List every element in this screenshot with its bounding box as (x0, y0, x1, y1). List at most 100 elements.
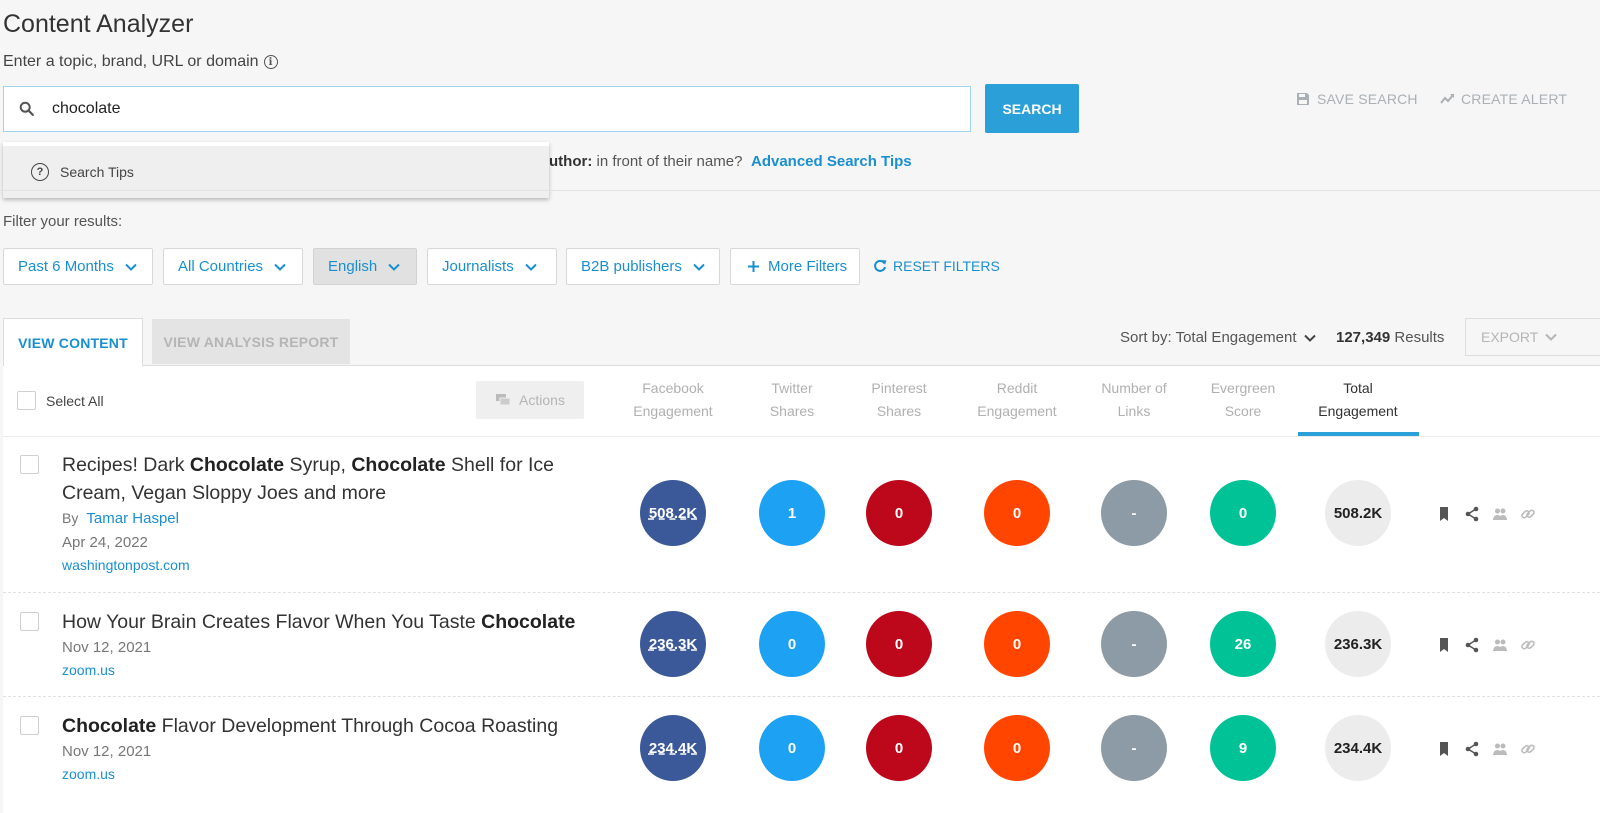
column-header-pinterest[interactable]: Pinterest Shares (871, 377, 926, 423)
column-header-total[interactable]: Total Engagement (1318, 377, 1397, 423)
bookmark-icon[interactable] (1436, 506, 1452, 522)
pinterest-shares-badge: 0 (866, 611, 932, 677)
row-separator (3, 696, 1600, 697)
create-alert-label: CREATE ALERT (1461, 91, 1568, 107)
article-domain-link[interactable]: zoom.us (62, 766, 115, 782)
column-header-reddit[interactable]: Reddit Engagement (977, 377, 1056, 423)
row-checkbox[interactable] (20, 455, 39, 474)
more-filters-button[interactable]: More Filters (730, 248, 860, 285)
info-icon[interactable]: i (263, 55, 278, 69)
link-icon[interactable] (1520, 637, 1536, 653)
chevron-down-icon (274, 263, 286, 271)
share-icon[interactable] (1464, 741, 1480, 757)
pinterest-shares-badge: 0 (866, 480, 932, 546)
article-title[interactable]: Chocolate Flavor Development Through Coc… (62, 712, 602, 740)
table-header-border (3, 436, 1600, 437)
article-date: Nov 12, 2021 (62, 639, 152, 656)
filter-countries-dropdown[interactable]: All Countries (163, 248, 303, 285)
links-count-badge: - (1101, 715, 1167, 781)
sort-by-label: Sort by: Total Engagement (1120, 329, 1297, 346)
save-search-button[interactable]: SAVE SEARCH (1296, 91, 1418, 107)
search-button[interactable]: SEARCH (985, 84, 1079, 133)
trending-icon (1440, 94, 1454, 104)
tab-view-content[interactable]: VIEW CONTENT (3, 318, 143, 366)
share-icon[interactable] (1464, 506, 1480, 522)
twitter-shares-badge: 1 (759, 480, 825, 546)
article-title[interactable]: Recipes! Dark Chocolate Syrup, Chocolate… (62, 451, 582, 507)
total-engagement-badge: 236.3K (1325, 611, 1391, 677)
row-checkbox[interactable] (20, 716, 39, 735)
filter-publishers-dropdown[interactable]: B2B publishers (566, 248, 720, 285)
facebook-engagement-badge[interactable]: 236.3K (640, 611, 706, 677)
filter-label-text: English (328, 258, 378, 275)
chevron-down-icon (1545, 333, 1558, 341)
article-author-link[interactable]: Tamar Haspel (86, 510, 179, 527)
article-domain-link[interactable]: washingtonpost.com (62, 557, 190, 573)
reset-filters-button[interactable]: RESET FILTERS (873, 258, 1000, 274)
author-hint: uthor: in front of their name? (549, 153, 743, 170)
more-filters-label: More Filters (768, 258, 848, 275)
filter-date-dropdown[interactable]: Past 6 Months (3, 248, 153, 285)
column-header-facebook[interactable]: Facebook Engagement (633, 377, 712, 423)
article-domain-link[interactable]: zoom.us (62, 662, 115, 678)
bookmark-icon[interactable] (1436, 637, 1452, 653)
create-alert-button[interactable]: CREATE ALERT (1440, 91, 1567, 107)
export-dropdown[interactable]: EXPORT (1465, 318, 1600, 356)
filter-label-text: Journalists (442, 258, 514, 275)
users-icon[interactable] (1492, 741, 1508, 757)
question-icon: ? (31, 163, 49, 181)
actions-button[interactable]: Actions (476, 381, 584, 419)
chevron-down-icon (125, 263, 137, 271)
users-icon[interactable] (1492, 506, 1508, 522)
tab-view-analysis-report[interactable]: VIEW ANALYSIS REPORT (152, 319, 350, 364)
results-count: 127,349 Results (1336, 329, 1445, 346)
search-tips-label: Search Tips (60, 164, 134, 180)
bookmark-icon[interactable] (1436, 741, 1452, 757)
column-header-links[interactable]: Number of Links (1101, 377, 1166, 423)
save-search-label: SAVE SEARCH (1317, 91, 1418, 107)
total-engagement-badge: 508.2K (1325, 480, 1391, 546)
links-count-badge: - (1101, 480, 1167, 546)
filter-label-text: Past 6 Months (18, 258, 114, 275)
select-all[interactable]: Select All (17, 391, 104, 410)
twitter-shares-badge: 0 (759, 611, 825, 677)
article-title[interactable]: How Your Brain Creates Flavor When You T… (62, 608, 602, 636)
users-icon[interactable] (1492, 637, 1508, 653)
reset-filters-label: RESET FILTERS (893, 258, 1000, 274)
article-author-line: By Tamar Haspel (62, 510, 179, 527)
row-checkbox[interactable] (20, 612, 39, 631)
select-all-checkbox[interactable] (17, 391, 36, 410)
share-icon[interactable] (1464, 637, 1480, 653)
filter-language-dropdown[interactable]: English (313, 248, 417, 285)
total-engagement-badge: 234.4K (1325, 715, 1391, 781)
link-icon[interactable] (1520, 741, 1536, 757)
divider (0, 190, 1600, 191)
select-all-label: Select All (46, 392, 104, 409)
article-date: Nov 12, 2021 (62, 743, 152, 760)
evergreen-score-badge: 26 (1210, 611, 1276, 677)
row-actions (1436, 506, 1536, 522)
actions-label: Actions (519, 392, 565, 408)
chevron-down-icon (1303, 334, 1316, 342)
filter-label-text: B2B publishers (581, 258, 682, 275)
column-header-twitter[interactable]: Twitter Shares (770, 377, 814, 423)
row-separator (3, 592, 1600, 593)
chevron-down-icon (388, 263, 400, 271)
refresh-icon (874, 259, 887, 272)
facebook-engagement-badge[interactable]: 234.4K (640, 715, 706, 781)
reddit-engagement-badge: 0 (984, 611, 1050, 677)
article-date: Apr 24, 2022 (62, 534, 148, 551)
filter-journalists-dropdown[interactable]: Journalists (427, 248, 557, 285)
advanced-search-tips-link[interactable]: Advanced Search Tips (751, 153, 912, 170)
export-label: EXPORT (1481, 329, 1539, 345)
search-input[interactable] (52, 100, 932, 118)
facebook-engagement-badge[interactable]: 508.2K (640, 480, 706, 546)
link-icon[interactable] (1520, 506, 1536, 522)
row-actions (1436, 741, 1536, 757)
search-box[interactable] (3, 86, 971, 132)
page-title: Content Analyzer (3, 10, 194, 38)
column-header-evergreen[interactable]: Evergreen Score (1211, 377, 1276, 423)
reddit-engagement-badge: 0 (984, 715, 1050, 781)
search-label: Enter a topic, brand, URL or domain i (3, 53, 278, 71)
sort-by-dropdown[interactable]: Sort by: Total Engagement (1120, 329, 1317, 346)
